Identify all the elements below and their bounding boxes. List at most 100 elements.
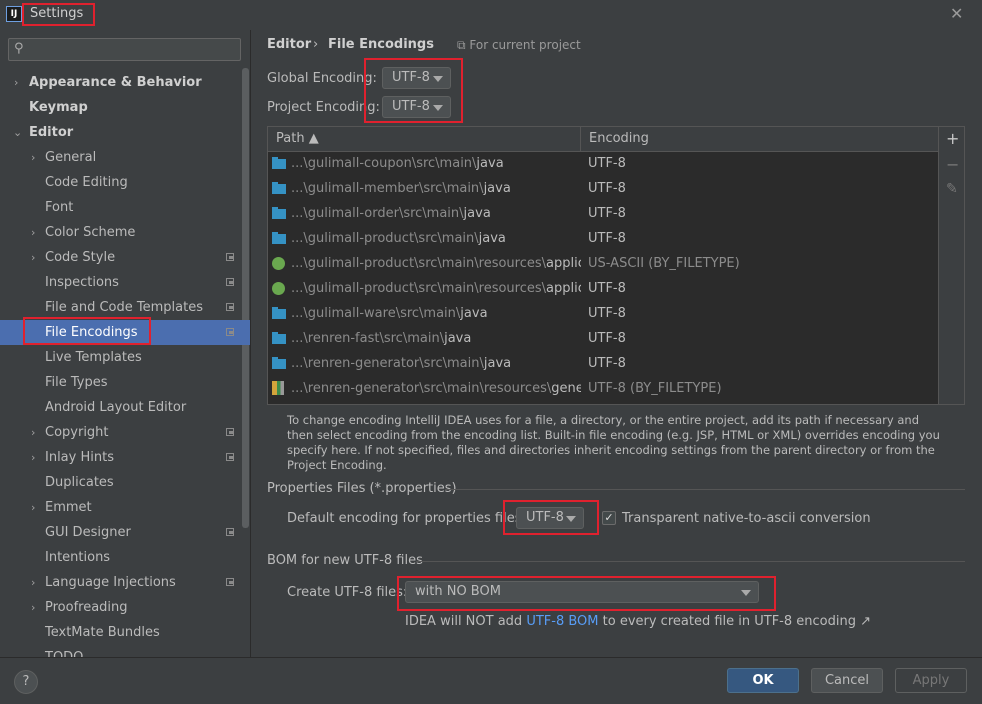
divider xyxy=(416,561,965,562)
sidebar-item-proofreading[interactable]: › Proofreading xyxy=(0,595,250,620)
close-icon[interactable]: ✕ xyxy=(950,4,963,23)
table-row[interactable]: ...\gulimall-ware\src\main\java UTF-8 xyxy=(268,301,938,326)
row-encoding[interactable]: UTF-8 xyxy=(588,326,626,351)
sidebar-item-inlay-hints[interactable]: › Inlay Hints xyxy=(0,445,250,470)
chevron-right-icon: › xyxy=(31,426,36,439)
sidebar-item-duplicates[interactable]: Duplicates xyxy=(0,470,250,495)
bom-note-suffix: to every created file in UTF-8 encoding … xyxy=(602,614,871,629)
row-path: ...\gulimall-product\src\main\java xyxy=(291,226,581,251)
global-encoding-select[interactable]: UTF-8 xyxy=(382,67,451,89)
generator-file-icon xyxy=(272,381,284,395)
sidebar-item-todo[interactable]: TODO xyxy=(0,645,250,657)
table-row[interactable]: ...\gulimall-order\src\main\java UTF-8 xyxy=(268,201,938,226)
row-encoding[interactable]: UTF-8 xyxy=(588,151,626,176)
row-path: ...\gulimall-coupon\src\main\java xyxy=(291,151,581,176)
help-button[interactable]: ? xyxy=(14,670,38,694)
row-path: ...\renren-generator\src\main\resources\… xyxy=(291,376,581,401)
sidebar-item-label: Copyright xyxy=(45,425,109,440)
row-encoding[interactable]: UTF-8 (BY_FILETYPE) xyxy=(588,376,722,401)
sidebar-item-font[interactable]: Font xyxy=(0,195,250,220)
project-encoding-label: Project Encoding: xyxy=(267,100,380,115)
sidebar-item-copyright[interactable]: › Copyright xyxy=(0,420,250,445)
remove-icon[interactable]: − xyxy=(946,155,959,174)
project-scope-icon xyxy=(226,528,234,536)
divider xyxy=(445,489,965,490)
column-header-path[interactable]: Path ▲ xyxy=(276,131,319,146)
table-row[interactable]: ...\renren-generator\src\main\resources\… xyxy=(268,376,938,401)
table-row[interactable]: ...\renren-fast\src\main\java UTF-8 xyxy=(268,326,938,351)
cancel-button[interactable]: Cancel xyxy=(811,668,883,693)
column-header-encoding[interactable]: Encoding xyxy=(589,131,649,146)
apply-button[interactable]: Apply xyxy=(895,668,967,693)
chevron-right-icon: › xyxy=(14,76,19,89)
native-ascii-checkbox[interactable]: ✓ xyxy=(602,511,616,525)
global-encoding-value: UTF-8 xyxy=(392,70,430,85)
sidebar-item-code-editing[interactable]: Code Editing xyxy=(0,170,250,195)
sidebar-item-keymap[interactable]: Keymap xyxy=(0,95,250,120)
table-row[interactable]: ...\gulimall-product\src\main\resources\… xyxy=(268,276,938,301)
sidebar-item-label: Keymap xyxy=(29,100,88,115)
row-path-leaf: applicatio xyxy=(546,256,581,271)
sidebar-item-file-types[interactable]: File Types xyxy=(0,370,250,395)
table-row[interactable]: ...\gulimall-product\src\main\java UTF-8 xyxy=(268,226,938,251)
ok-button[interactable]: OK xyxy=(727,668,799,693)
sidebar-item-android-layout-editor[interactable]: Android Layout Editor xyxy=(0,395,250,420)
sidebar-item-color-scheme[interactable]: › Color Scheme xyxy=(0,220,250,245)
breadcrumb-editor[interactable]: Editor xyxy=(267,37,311,52)
bom-select[interactable]: with NO BOM xyxy=(405,581,759,603)
folder-icon xyxy=(272,332,286,344)
sidebar-item-code-style[interactable]: › Code Style xyxy=(0,245,250,270)
row-path: ...\renren-generator\src\main\java xyxy=(291,351,581,376)
table-row[interactable]: ...\gulimall-member\src\main\java UTF-8 xyxy=(268,176,938,201)
row-path-leaf: java xyxy=(463,206,491,221)
search-input[interactable]: ⚲ xyxy=(8,38,241,61)
row-path: ...\gulimall-product\src\main\resources\… xyxy=(291,251,581,276)
sidebar-item-appearance-behavior[interactable]: › Appearance & Behavior xyxy=(0,70,250,95)
row-encoding[interactable]: UTF-8 xyxy=(588,301,626,326)
sidebar-item-label: Appearance & Behavior xyxy=(29,75,202,90)
project-encoding-select[interactable]: UTF-8 xyxy=(382,96,451,118)
sidebar-item-language-injections[interactable]: › Language Injections xyxy=(0,570,250,595)
sidebar-item-label: Emmet xyxy=(45,500,92,515)
column-divider xyxy=(580,127,581,151)
chevron-right-icon: › xyxy=(31,451,36,464)
row-path-prefix: ...\gulimall-coupon\src\main\ xyxy=(291,156,477,171)
row-path-leaf: java xyxy=(444,331,472,346)
properties-encoding-select[interactable]: UTF-8 xyxy=(516,507,584,529)
row-encoding[interactable]: UTF-8 xyxy=(588,276,626,301)
sidebar-item-editor[interactable]: ⌄ Editor xyxy=(0,120,250,145)
dropdown-arrow-icon xyxy=(741,590,751,596)
window-title: Settings xyxy=(30,6,84,21)
row-path-leaf: java xyxy=(483,181,511,196)
project-scope-icon xyxy=(226,328,234,336)
table-row[interactable]: ...\gulimall-product\src\main\resources\… xyxy=(268,251,938,276)
sidebar-item-intentions[interactable]: Intentions xyxy=(0,545,250,570)
table-row[interactable]: ...\gulimall-coupon\src\main\java UTF-8 xyxy=(268,151,938,176)
sidebar-item-gui-designer[interactable]: GUI Designer xyxy=(0,520,250,545)
properties-encoding-value: UTF-8 xyxy=(526,510,564,525)
bom-value: with NO BOM xyxy=(415,584,501,599)
row-encoding[interactable]: UTF-8 xyxy=(588,201,626,226)
utf8-bom-link[interactable]: UTF-8 BOM xyxy=(526,614,598,629)
table-row[interactable]: ...\renren-generator\src\main\java UTF-8 xyxy=(268,351,938,376)
sidebar-item-file-code-templates[interactable]: File and Code Templates xyxy=(0,295,250,320)
sidebar-item-inspections[interactable]: Inspections xyxy=(0,270,250,295)
sidebar-item-general[interactable]: › General xyxy=(0,145,250,170)
row-path-prefix: ...\gulimall-product\src\main\resources\ xyxy=(291,256,547,271)
help-text: To change encoding IntelliJ IDEA uses fo… xyxy=(287,413,940,472)
dropdown-arrow-icon xyxy=(433,105,443,111)
edit-icon[interactable]: ✎ xyxy=(946,181,958,197)
row-encoding[interactable]: UTF-8 xyxy=(588,351,626,376)
row-encoding[interactable]: US-ASCII (BY_FILETYPE) xyxy=(588,251,740,276)
sidebar-item-file-encodings[interactable]: File Encodings xyxy=(0,320,250,345)
row-encoding[interactable]: UTF-8 xyxy=(588,176,626,201)
sidebar-item-live-templates[interactable]: Live Templates xyxy=(0,345,250,370)
project-scope-icon xyxy=(226,428,234,436)
sidebar-item-emmet[interactable]: › Emmet xyxy=(0,495,250,520)
sidebar-item-label: Inspections xyxy=(45,275,119,290)
title-bar: IJ Settings ✕ xyxy=(0,0,982,30)
row-encoding[interactable]: UTF-8 xyxy=(588,226,626,251)
row-path-leaf: java xyxy=(476,156,504,171)
sidebar-item-textmate-bundles[interactable]: TextMate Bundles xyxy=(0,620,250,645)
add-icon[interactable]: + xyxy=(946,129,959,148)
